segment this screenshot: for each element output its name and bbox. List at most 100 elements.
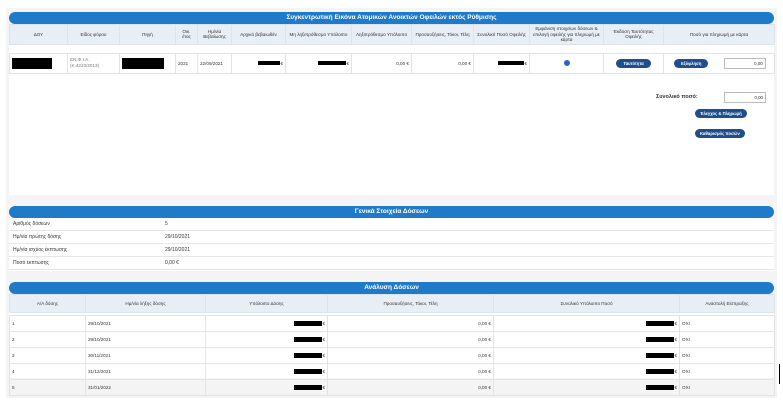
debts-header-row: ΔΟΥ Είδος φόρου Πηγή Οικ. έτος Ημ/νία Βε… [9, 24, 775, 45]
select-cell [529, 52, 604, 74]
installment-balance: € [205, 331, 328, 348]
installment-suspend: ΟΧΙ [679, 331, 775, 348]
euro-sign: € [322, 336, 325, 342]
general-row: Ημ/νία ισχύος έκπτωσης 29/10/2021 [9, 244, 774, 257]
general-row: Ημ/νία πρώτης δόσης 29/10/2021 [9, 231, 774, 244]
general-value: 29/10/2021 [165, 247, 191, 253]
installment-suspend: ΟΧΙ [679, 347, 775, 364]
doy-cell [9, 52, 68, 74]
euro-sign: € [322, 352, 325, 358]
non-overdue-cell: € [285, 52, 352, 74]
general-row: Αριθμός δόσεων 5 [9, 218, 774, 231]
card-amount-cell: Εξόφληση 0,00 [663, 52, 775, 74]
redacted-block [122, 57, 164, 69]
euro-sign: € [346, 60, 349, 66]
debt-id-button[interactable]: Ταυτότητα [616, 58, 651, 68]
select-debt-radio[interactable] [563, 59, 570, 66]
redacted-block [646, 369, 675, 375]
euro-sign: € [280, 60, 283, 66]
year-cell: 2021 [175, 52, 198, 74]
installment-suspend: ΟΧΙ [679, 363, 775, 380]
redacted-block [646, 321, 675, 327]
col-header: Συνολικό Ποσό Οφειλής [473, 24, 530, 45]
col-header: Συνολικό Υπόλοιπο Ποσό [493, 294, 680, 313]
general-value: 29/10/2021 [165, 234, 191, 240]
installment-date: 29/10/2021 [85, 331, 206, 348]
col-header: Ποσό για πληρωμή με κάρτα [663, 24, 775, 45]
initial-amount-cell: € [231, 52, 286, 74]
col-header: Οικ. έτος [175, 24, 198, 45]
table-row: 2 29/10/2021 € 0,00 € € ΟΧΙ [9, 331, 775, 348]
col-header: Πηγή [119, 24, 176, 45]
col-header: Μη ληξιπρόθεσμο Υπόλοιπο [285, 24, 352, 45]
general-label: Ημ/νία ισχύος έκπτωσης [13, 247, 68, 253]
general-value: 5 [165, 221, 168, 227]
installment-date: 31/01/2022 [85, 379, 206, 396]
tax-code: (Κ.4223/2013) [70, 63, 100, 68]
installment-number: 4 [9, 363, 86, 380]
col-header: Είδος φόρου [67, 24, 120, 45]
euro-sign: € [674, 368, 677, 374]
general-title: Γενικά Στοιχεία Δόσεων [9, 206, 774, 218]
installment-total: € [493, 363, 680, 380]
general-label: Ποσό έκπτωσης [13, 260, 49, 266]
euro-sign: € [674, 320, 677, 326]
redacted-block [498, 61, 525, 66]
analysis-title: Ανάλυση Δόσεων [9, 282, 774, 294]
euro-sign: € [674, 384, 677, 390]
source-cell [119, 52, 176, 74]
total-amount-input[interactable]: 0,00 [724, 92, 766, 103]
table-row: 4 31/12/2021 € 0,00 € € ΟΧΙ [9, 363, 775, 380]
installment-fees: 0,00 € [327, 315, 494, 332]
installments-table: Α/Α δόσης Ημ/νία λήξης δόσης Υπόλοιπο Δό… [9, 294, 775, 396]
col-header: Εμφάνιση στοιχείων δόσεων & επιλογή οφει… [529, 24, 604, 45]
installment-balance: € [205, 347, 328, 364]
surcharges-cell: 0,00 € [411, 52, 474, 74]
clear-button[interactable]: Εξόφληση [674, 58, 709, 68]
debt-row: ΕΝ.Φ.Ι.Α. (Κ.4223/2013) 2021 22/09/2021 … [9, 52, 775, 74]
col-header: Ημ/νία λήξης δόσης [85, 294, 206, 313]
redacted-block [12, 57, 52, 69]
total-cell: € [473, 52, 530, 74]
installment-suspend: ΟΧΙ [679, 315, 775, 332]
installment-balance: € [205, 379, 328, 396]
installment-date: 31/12/2021 [85, 363, 206, 380]
check-pay-button[interactable]: Έλεγχος & Πληρωμή [695, 109, 747, 118]
summary-title: Συγκεντρωτική Εικόνα Ατομικών Ανοικτών Ο… [9, 12, 774, 24]
euro-sign: € [524, 60, 527, 66]
redacted-block [294, 353, 323, 359]
col-header: Ημ/νία Βεβαίωσης [197, 24, 232, 45]
installment-total: € [493, 347, 680, 364]
installment-number: 1 [9, 315, 86, 332]
installment-suspend: ΟΧΙ [679, 379, 775, 396]
col-header: Α/Α δόσης [9, 294, 86, 313]
col-header: Αρχικό βεβαιωθέν [231, 24, 286, 45]
col-header: Ληξιπρόθεσμο Υπόλοιπο [351, 24, 412, 45]
redacted-block [294, 385, 323, 391]
scroll-edge-line [779, 364, 780, 384]
redacted-block [318, 61, 347, 66]
installment-balance: € [205, 363, 328, 380]
euro-sign: € [322, 320, 325, 326]
table-row: 1 29/10/2021 € 0,00 € € ΟΧΙ [9, 315, 775, 332]
redacted-block [294, 337, 323, 343]
clear-amounts-button[interactable]: Καθαρισμός ποσών [695, 129, 745, 138]
col-header: Προσαυξήσεις, Τόκοι, Τέλη [327, 294, 494, 313]
installment-total: € [493, 315, 680, 332]
col-header: Έκδοση Ταυτότητας Οφειλής [603, 24, 664, 45]
general-label: Αριθμός δόσεων [13, 221, 50, 227]
table-row: 3 30/11/2021 € 0,00 € € ΟΧΙ [9, 347, 775, 364]
euro-sign: € [322, 368, 325, 374]
tax-type-cell: ΕΝ.Φ.Ι.Α. (Κ.4223/2013) [67, 52, 120, 74]
card-amount-input[interactable]: 0,00 [723, 57, 766, 69]
overdue-cell: 0,00 € [351, 52, 412, 74]
installment-number: 2 [9, 331, 86, 348]
installment-total: € [493, 379, 680, 396]
installment-number: 5 [9, 379, 86, 396]
col-header: Αναστολή Είσπραξης [679, 294, 775, 313]
installment-fees: 0,00 € [327, 363, 494, 380]
installments-header-row: Α/Α δόσης Ημ/νία λήξης δόσης Υπόλοιπο Δό… [9, 294, 775, 313]
redacted-block [258, 61, 281, 66]
installment-total: € [493, 331, 680, 348]
table-row: 5 31/01/2022 € 0,00 € € ΟΧΙ [9, 379, 775, 396]
